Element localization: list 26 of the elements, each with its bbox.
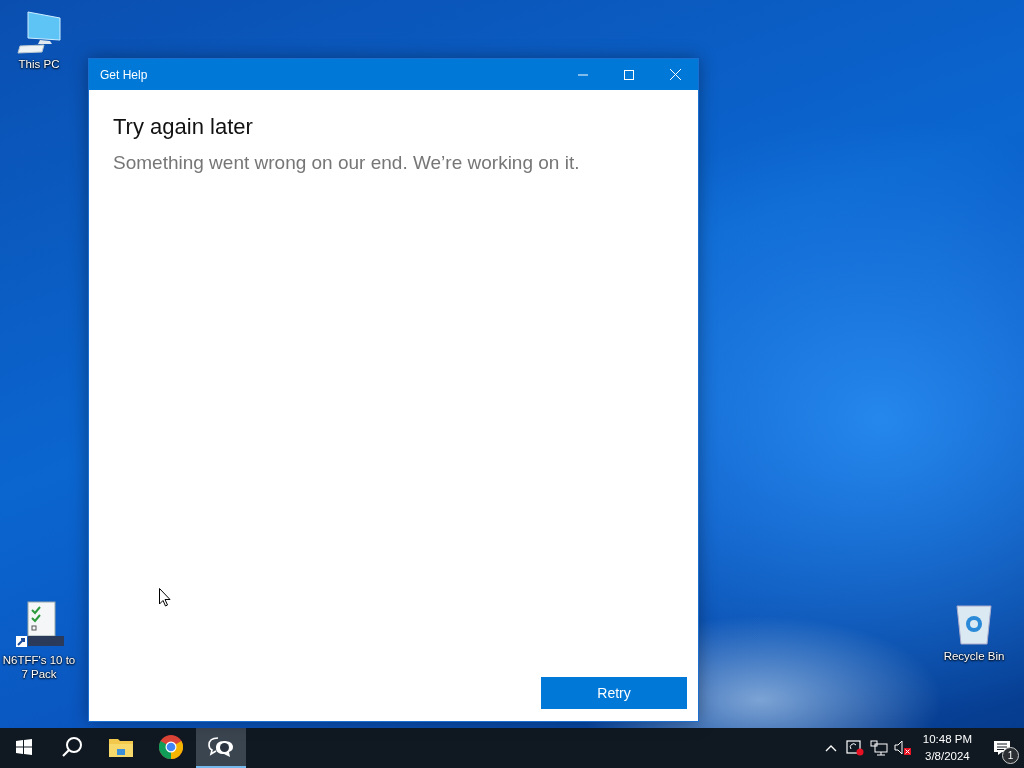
desktop-icon-label[interactable]: Recycle Bin — [943, 649, 1005, 663]
close-icon — [669, 69, 681, 80]
error-message: Something went wrong on our end. We’re working on it. — [113, 152, 581, 174]
taskbar-app-button[interactable] — [196, 728, 246, 768]
error-heading: Try again later — [113, 114, 254, 140]
window-title: Get Help — [100, 67, 149, 82]
chevron-up-icon — [824, 744, 837, 752]
clock[interactable]: 10:48 PM 3/8/2024 — [914, 728, 980, 768]
muted-speaker-icon — [893, 740, 912, 756]
chat-question-icon — [208, 736, 234, 758]
desktop-icon-label[interactable]: This PC — [18, 57, 60, 71]
computer-icon — [16, 10, 62, 54]
notification-button[interactable]: 1 — [980, 728, 1024, 768]
checklist-shortcut-icon — [14, 600, 64, 650]
sync-error-icon — [845, 740, 864, 756]
mouse-pointer-icon — [159, 588, 171, 607]
search-icon — [61, 736, 83, 758]
windows-logo-icon — [16, 739, 32, 755]
notification-count: 1 — [1002, 747, 1019, 764]
retry-button[interactable]: Retry — [541, 677, 687, 709]
recycle-bin-icon — [954, 602, 994, 646]
network-icon — [869, 740, 888, 756]
maximize-icon — [624, 69, 634, 80]
browser-icon — [159, 735, 183, 759]
desktop-icon-label[interactable]: N6TFF's 10 to 7 Pack — [1, 653, 77, 681]
folder-icon — [109, 737, 133, 757]
